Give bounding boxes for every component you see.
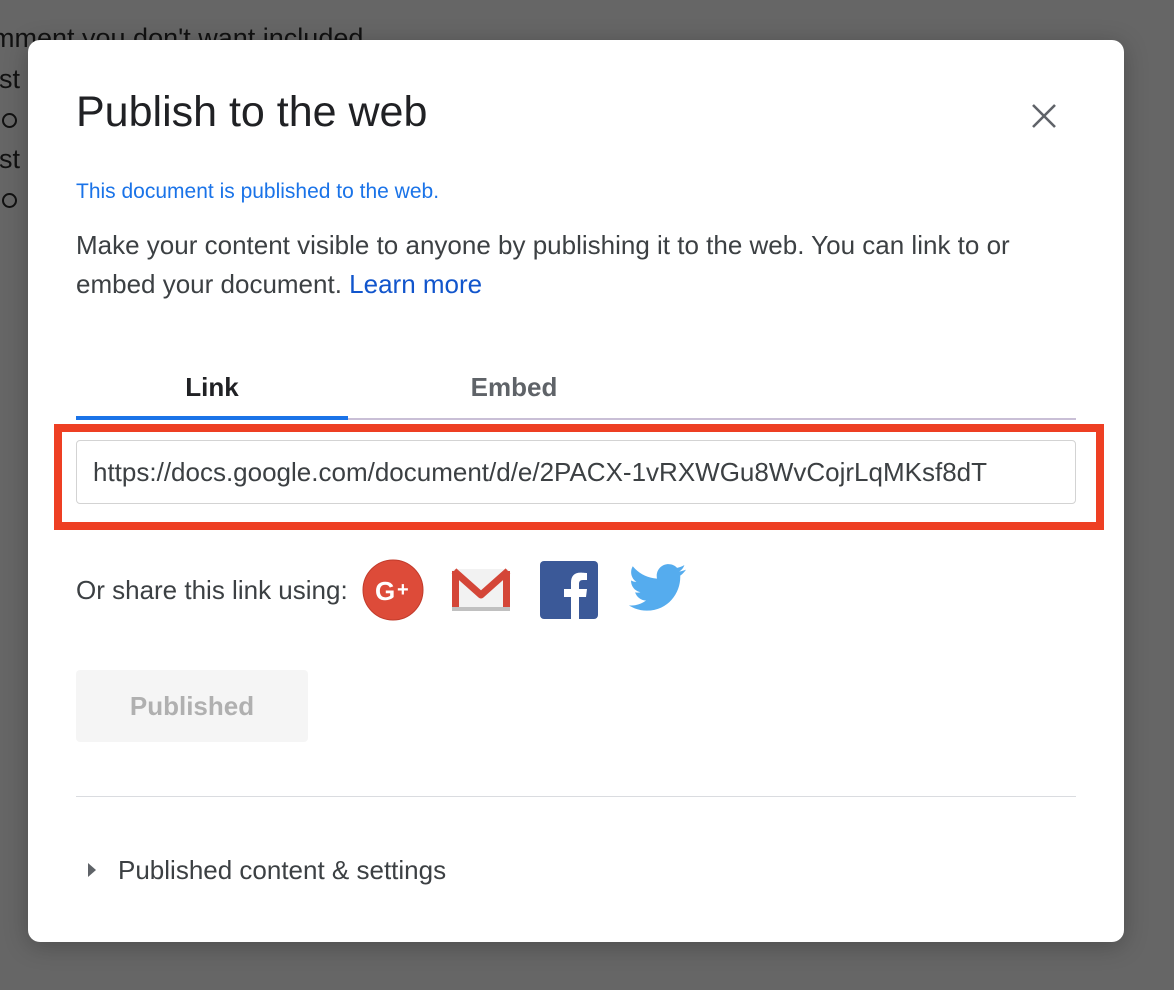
divider xyxy=(76,796,1076,797)
published-button[interactable]: Published xyxy=(76,670,308,742)
published-settings-toggle[interactable]: Published content & settings xyxy=(88,850,446,890)
facebook-icon[interactable] xyxy=(538,559,600,621)
publish-tabs: Link Embed xyxy=(76,358,1076,420)
gmail-icon[interactable] xyxy=(450,559,512,621)
close-button[interactable] xyxy=(1024,96,1064,136)
settings-label: Published content & settings xyxy=(118,854,447,885)
dialog-description: Make your content visible to anyone by p… xyxy=(76,226,1076,304)
caret-right-icon xyxy=(88,863,96,877)
twitter-icon[interactable] xyxy=(626,559,688,621)
tab-link[interactable]: Link xyxy=(76,358,348,420)
background-bullet xyxy=(2,99,17,139)
background-text-line: est xyxy=(0,64,21,94)
publish-dialog: Publish to the web This document is publ… xyxy=(28,40,1124,942)
tab-embed[interactable]: Embed xyxy=(378,358,650,418)
published-status: This document is published to the web. xyxy=(76,180,440,203)
background-bullet xyxy=(2,179,17,219)
published-link-field[interactable] xyxy=(76,440,1076,504)
share-row: Or share this link using: G + xyxy=(76,558,714,622)
description-text: Make your content visible to anyone by p… xyxy=(76,230,1010,299)
dialog-title: Publish to the web xyxy=(76,88,428,136)
svg-text:G: G xyxy=(375,576,395,606)
share-label: Or share this link using: xyxy=(76,574,348,605)
google-plus-icon[interactable]: G + xyxy=(362,559,424,621)
background-text-line: est xyxy=(0,144,21,174)
svg-text:+: + xyxy=(397,579,409,601)
close-icon xyxy=(1032,104,1056,128)
learn-more-link[interactable]: Learn more xyxy=(349,269,482,299)
